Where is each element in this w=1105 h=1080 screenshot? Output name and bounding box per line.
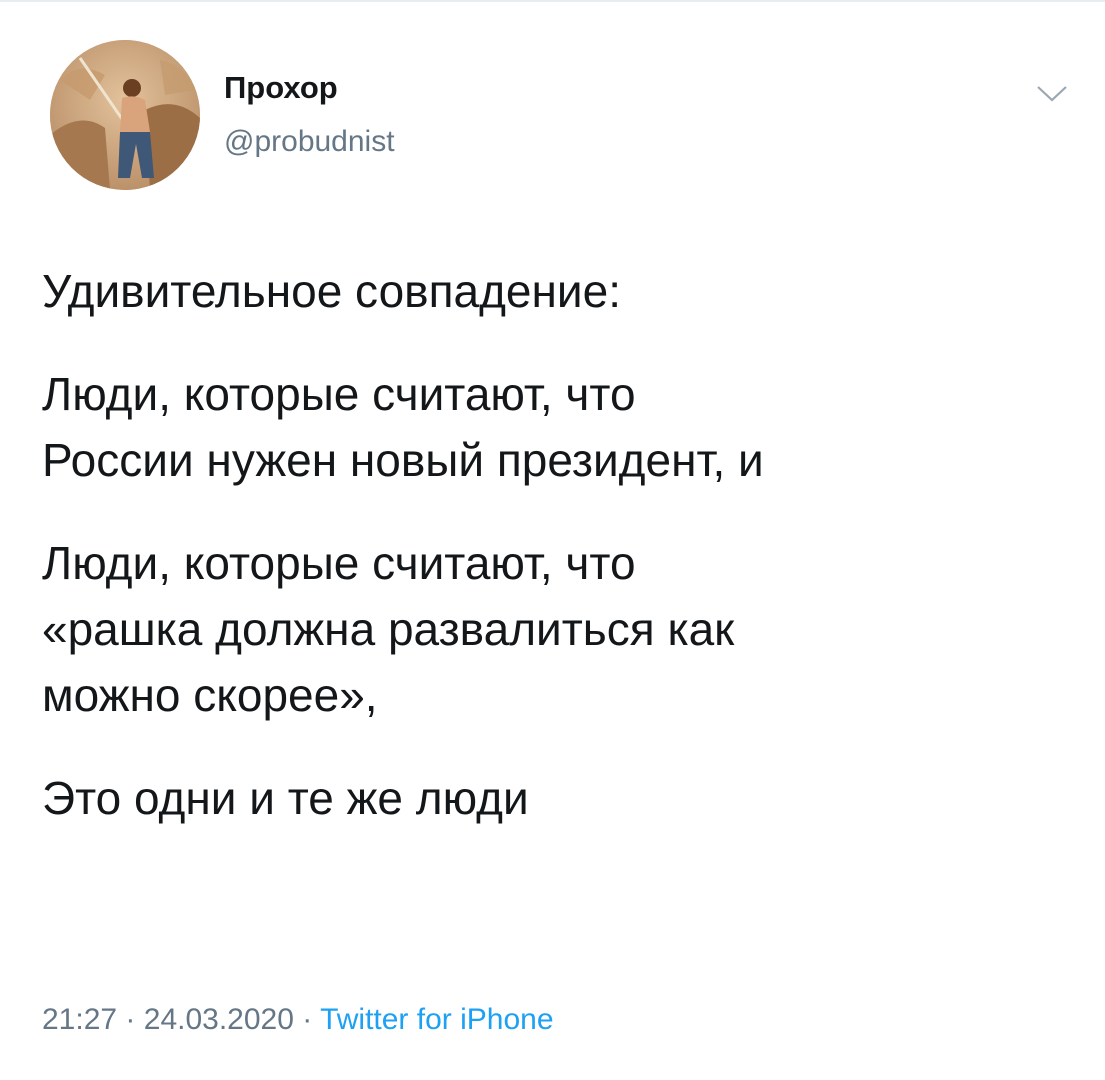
chevron-down-icon[interactable] xyxy=(1030,78,1074,108)
tweet-time[interactable]: 21:27 xyxy=(42,1003,117,1036)
top-divider xyxy=(0,0,1105,2)
tweet-line: Удивительное совпадение: xyxy=(42,265,621,317)
tweet-line: можно скорее», xyxy=(42,669,378,721)
tweet-text: Удивительное совпадение: Люди, которые с… xyxy=(42,258,1082,831)
author-name[interactable]: Прохор xyxy=(224,70,338,106)
tweet-line: Люди, которые считают, что xyxy=(42,537,636,589)
meta-separator: · xyxy=(125,1003,136,1036)
tweet-line: России нужен новый президент, и xyxy=(42,434,764,486)
tweet-source-link[interactable]: Twitter for iPhone xyxy=(320,1003,553,1036)
tweet-line: Это одни и те же люди xyxy=(42,772,529,824)
tweet-paragraph: Люди, которые считают, что России нужен … xyxy=(42,361,1082,493)
tweet-paragraph: Люди, которые считают, что «рашка должна… xyxy=(42,530,1082,728)
avatar[interactable] xyxy=(50,40,200,190)
meta-separator: · xyxy=(302,1003,313,1036)
tweet-date[interactable]: 24.03.2020 xyxy=(144,1003,294,1036)
tweet-line: Люди, которые считают, что xyxy=(42,368,636,420)
tweet-line: «рашка должна развалиться как xyxy=(42,603,735,655)
avatar-photo xyxy=(50,40,200,190)
tweet-paragraph: Это одни и те же люди xyxy=(42,765,1082,831)
author-handle[interactable]: @probudnist xyxy=(224,124,395,160)
tweet-meta: 21:27 · 24.03.2020 · Twitter for iPhone xyxy=(42,1000,554,1040)
tweet-paragraph: Удивительное совпадение: xyxy=(42,258,1082,324)
